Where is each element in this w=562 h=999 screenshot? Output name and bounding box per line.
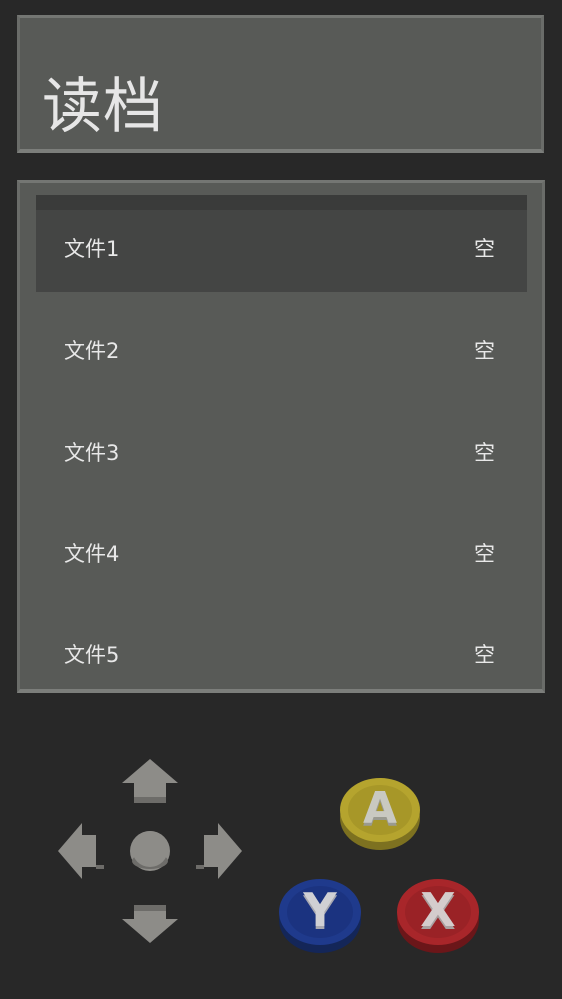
dpad-right bbox=[204, 823, 242, 879]
save-slot-3[interactable]: 文件3 空 bbox=[36, 414, 527, 496]
load-game-screen: 读档 文件1 空 文件2 空 文件3 空 文件4 空 文件5 空 A A Y Y… bbox=[0, 0, 562, 999]
save-slot-name: 文件1 bbox=[64, 237, 120, 261]
a-button-label-face: A bbox=[363, 783, 397, 834]
list-top-bar bbox=[36, 195, 527, 210]
save-slot-list: 文件1 空 文件2 空 文件3 空 文件4 空 文件5 空 bbox=[17, 180, 545, 693]
x-button-label-face: X bbox=[420, 883, 455, 937]
page-title: 读档 bbox=[42, 72, 164, 142]
save-slot-status: 空 bbox=[474, 339, 495, 363]
save-slot-status: 空 bbox=[474, 237, 495, 261]
a-button[interactable]: A A bbox=[337, 770, 423, 854]
save-slot-status: 空 bbox=[474, 542, 495, 566]
save-slot-status: 空 bbox=[474, 441, 495, 465]
save-slot-name: 文件2 bbox=[64, 339, 120, 363]
dpad-left bbox=[58, 823, 96, 879]
save-slot-name: 文件4 bbox=[64, 542, 120, 566]
dpad-up bbox=[122, 759, 178, 797]
save-slot-name: 文件3 bbox=[64, 441, 120, 465]
save-slot-2[interactable]: 文件2 空 bbox=[36, 312, 527, 394]
save-slot-status: 空 bbox=[474, 643, 495, 667]
title-panel: 读档 bbox=[17, 15, 544, 153]
dpad-icon[interactable] bbox=[56, 757, 244, 945]
save-slot-4[interactable]: 文件4 空 bbox=[36, 515, 527, 597]
save-slot-5[interactable]: 文件5 空 bbox=[36, 616, 527, 698]
x-button[interactable]: X X bbox=[394, 870, 482, 956]
y-button-label-face: Y bbox=[302, 883, 337, 937]
save-slot-name: 文件5 bbox=[64, 643, 120, 667]
save-slot-1[interactable]: 文件1 空 bbox=[36, 210, 527, 292]
y-button[interactable]: Y Y bbox=[276, 870, 364, 956]
